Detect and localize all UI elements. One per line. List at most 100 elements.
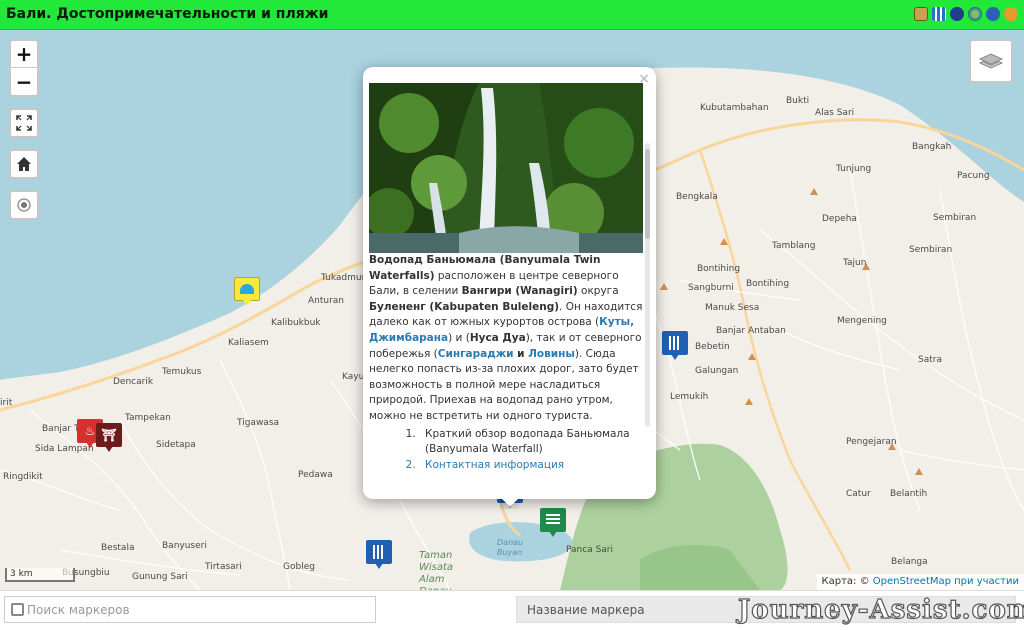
map-label: Banjar Antaban bbox=[716, 326, 786, 336]
map-label: Bebetin bbox=[695, 342, 730, 352]
popup-text: и bbox=[513, 347, 529, 360]
map-label: Ringdikit bbox=[3, 472, 43, 482]
map-label: Sidetapa bbox=[156, 440, 196, 450]
layers-icon bbox=[978, 53, 1004, 69]
map-label: Anturan bbox=[308, 296, 345, 306]
map-label: Dencarik bbox=[113, 377, 154, 387]
camera-icon[interactable] bbox=[914, 7, 928, 21]
popup-nusa-dua: Нуса Дуа bbox=[469, 331, 526, 344]
map-label: Belanga bbox=[891, 557, 928, 567]
map-label: Tukadmur bbox=[321, 273, 366, 283]
waterfall-photo bbox=[369, 83, 643, 253]
qr-icon[interactable] bbox=[932, 7, 946, 21]
attribution-suffix[interactable]: при участии bbox=[951, 576, 1019, 587]
waterfall-marker[interactable] bbox=[366, 540, 392, 570]
popup-village: Вангири (Wanagiri) bbox=[461, 285, 578, 298]
map-label: Belantih bbox=[890, 489, 928, 499]
network-icon[interactable] bbox=[950, 7, 964, 21]
page-title: Бали. Достопримечательности и пляжи bbox=[6, 6, 329, 22]
waterfall-icon bbox=[669, 336, 681, 350]
map-label: Satra bbox=[918, 355, 942, 365]
map-label: Sangburni bbox=[688, 283, 734, 293]
map-label: Pedawa bbox=[298, 470, 333, 480]
bottom-bar: Название маркера Journey-Assist.com bbox=[0, 590, 1024, 630]
waterfall-marker[interactable] bbox=[662, 331, 688, 361]
popup-district: Буленeнг (Kabupaten Buleleng) bbox=[369, 300, 560, 313]
map-label: Mengening bbox=[837, 316, 887, 326]
map-label: Danau Buyan bbox=[497, 538, 524, 557]
fullscreen-button[interactable] bbox=[9, 108, 39, 138]
popup-description: Водопад Баньюмала (Banyumala Twin Waterf… bbox=[369, 253, 644, 425]
map-label: Pengejaran bbox=[846, 437, 897, 447]
map-label: Lemukih bbox=[670, 392, 709, 402]
map-label: Tirtasari bbox=[205, 562, 242, 572]
popup-content: Водопад Баньюмала (Banyumala Twin Waterf… bbox=[369, 83, 644, 489]
zoom-out-button[interactable]: − bbox=[11, 68, 37, 95]
map-label: Bengkala bbox=[676, 192, 718, 202]
map-label: Depeha bbox=[822, 214, 857, 224]
map-label: Banyuseri bbox=[162, 541, 207, 551]
water-waves-icon bbox=[546, 514, 560, 526]
map-label: Galungan bbox=[695, 366, 739, 376]
link-lovina[interactable]: Ловины bbox=[528, 348, 575, 360]
layers-button[interactable] bbox=[969, 39, 1013, 83]
globe-icon[interactable] bbox=[968, 7, 982, 21]
hot-spring-icon: ♨ bbox=[84, 424, 96, 438]
map-label: Pacung bbox=[957, 171, 990, 181]
map-label: Bestala bbox=[101, 543, 135, 553]
link-singaraja[interactable]: Сингараджи bbox=[438, 348, 514, 360]
save-icon[interactable] bbox=[986, 7, 1000, 21]
lake-marker[interactable] bbox=[540, 508, 566, 538]
map-label: Tajun bbox=[843, 258, 867, 268]
osm-link[interactable]: OpenStreetMap bbox=[873, 576, 951, 587]
marker-name-label: Название маркера bbox=[527, 603, 645, 617]
map-label: Catur bbox=[846, 489, 871, 499]
beach-marker[interactable] bbox=[234, 277, 260, 307]
scrollbar-thumb[interactable] bbox=[645, 149, 650, 239]
map-label: Tampekan bbox=[125, 413, 171, 423]
search-box bbox=[4, 596, 376, 623]
popup-text: округа bbox=[577, 285, 619, 298]
map-label: Bontihing bbox=[697, 264, 741, 274]
map-label: Manuk Sesa bbox=[705, 303, 760, 313]
search-icon bbox=[11, 603, 24, 616]
list-item[interactable]: Контактная информация bbox=[419, 458, 644, 474]
share-toolbar bbox=[914, 7, 1018, 21]
waterfall-icon bbox=[373, 545, 385, 559]
popup-contents-list: Краткий обзор водопада Баньюмала (Banyum… bbox=[369, 427, 644, 474]
zoom-control: + − bbox=[9, 39, 39, 97]
home-button[interactable] bbox=[9, 149, 39, 179]
locate-button[interactable] bbox=[9, 190, 39, 220]
map-label: Taman Wisata Alam Danau bbox=[419, 550, 454, 590]
attribution-prefix: Карта: © bbox=[821, 576, 873, 587]
palm-beach-icon bbox=[240, 284, 254, 294]
map-label: Sembiran bbox=[933, 213, 977, 223]
map-label: Kayu bbox=[342, 372, 365, 382]
home-icon bbox=[17, 157, 31, 171]
fullscreen-icon bbox=[16, 115, 32, 131]
temple-marker[interactable]: ⛩ bbox=[96, 423, 122, 453]
map-label: Tamblang bbox=[772, 241, 816, 251]
map-label: Tunjung bbox=[836, 164, 872, 174]
temple-icon: ⛩ bbox=[101, 428, 117, 442]
locate-icon bbox=[17, 198, 31, 212]
popup-text: ) и ( bbox=[448, 331, 470, 344]
map-label: Sembiran bbox=[909, 245, 953, 255]
map-label: Panca Sari bbox=[566, 545, 613, 555]
list-item[interactable]: Краткий обзор водопада Баньюмала (Banyum… bbox=[419, 427, 644, 458]
map-canvas[interactable]: Kubutambahan Bukti Alas Sari Bangkah Tun… bbox=[0, 30, 1024, 590]
zoom-in-button[interactable]: + bbox=[11, 41, 37, 68]
map-label: Tigawasa bbox=[237, 418, 280, 428]
map-label: Gobleg bbox=[283, 562, 315, 572]
map-label: Bukti bbox=[786, 96, 810, 106]
help-icon[interactable] bbox=[1004, 7, 1018, 21]
scale-bar: 3 km bbox=[5, 568, 75, 582]
popup-scrollbar[interactable] bbox=[645, 143, 650, 427]
map-attribution: Карта: © OpenStreetMap при участии bbox=[816, 574, 1024, 590]
map-label: Bangkah bbox=[912, 142, 952, 152]
map-label: irit bbox=[0, 398, 13, 408]
map-label: Kalibukbuk bbox=[271, 318, 321, 328]
map-label: Gunung Sari bbox=[132, 572, 188, 582]
map-label: Alas Sari bbox=[815, 108, 855, 118]
search-input[interactable] bbox=[27, 598, 367, 621]
